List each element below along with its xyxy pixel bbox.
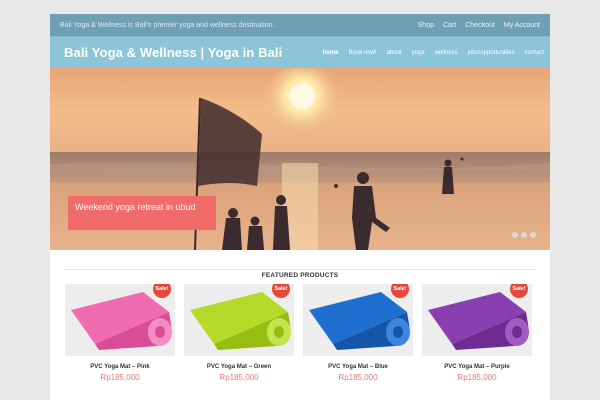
product-card-green[interactable]: Sale! PVC Yoga Mat – Green Rp185,000 [184,284,294,382]
product-name[interactable]: PVC Yoga Mat – Pink [65,364,175,370]
site-header: Bali Yoga & Wellness | Yoga in Bali home… [50,36,550,68]
product-image[interactable]: Sale! [184,284,294,356]
checkout-link[interactable]: Checkout [465,22,495,29]
product-price: Rp185,000 [219,373,259,382]
product-image[interactable]: Sale! [303,284,413,356]
product-price: Rp185,000 [100,373,140,382]
shop-link[interactable]: Shop [418,22,434,29]
nav-book-now[interactable]: Book now! [349,50,377,56]
section-heading-text: FEATURED PRODUCTS [253,272,347,279]
hero-slider[interactable]: Weekend yoga retreat in ubud [50,68,550,250]
slide-dot-1[interactable] [512,232,518,238]
page-container: Bali Yoga & Wellness is Bali's premier y… [50,14,550,400]
product-name[interactable]: PVC Yoga Mat – Green [184,364,294,370]
slider-pagination [512,232,536,238]
product-card-purple[interactable]: Sale! PVC Yoga Mat – Purple Rp185,000 [422,284,532,382]
product-image[interactable]: Sale! [422,284,532,356]
top-bar: Bali Yoga & Wellness is Bali's premier y… [50,14,550,36]
product-name[interactable]: PVC Yoga Mat – Blue [303,364,413,370]
product-name[interactable]: PVC Yoga Mat – Purple [422,364,532,370]
product-image[interactable]: Sale! [65,284,175,356]
product-price: Rp185,000 [457,373,497,382]
nav-yoga[interactable]: yoga [412,50,425,56]
site-title[interactable]: Bali Yoga & Wellness | Yoga in Bali [64,45,282,60]
nav-jobs[interactable]: jobs/opportunities [468,50,515,56]
slide-dot-2[interactable] [521,232,527,238]
slide-dot-3[interactable] [530,232,536,238]
slide-caption[interactable]: Weekend yoga retreat in ubud [68,196,216,230]
product-grid: Sale! PVC Yoga Mat – Pink Rp185,000 Sale… [50,284,550,382]
product-price: Rp185,000 [338,373,378,382]
featured-products-heading: FEATURED PRODUCTS [50,264,550,279]
cart-link[interactable]: Cart [443,22,456,29]
product-card-blue[interactable]: Sale! PVC Yoga Mat – Blue Rp185,000 [303,284,413,382]
nav-wellness[interactable]: wellness [435,50,458,56]
my-account-link[interactable]: My Account [504,22,540,29]
nav-about[interactable]: about [387,50,402,56]
nav-contact[interactable]: contact [525,50,544,56]
main-nav: home Book now! about yoga wellness jobs/… [323,50,544,56]
nav-home[interactable]: home [323,50,339,56]
product-card-pink[interactable]: Sale! PVC Yoga Mat – Pink Rp185,000 [65,284,175,382]
site-tagline: Bali Yoga & Wellness is Bali's premier y… [60,21,275,29]
account-links: Shop Cart Checkout My Account [418,22,540,29]
